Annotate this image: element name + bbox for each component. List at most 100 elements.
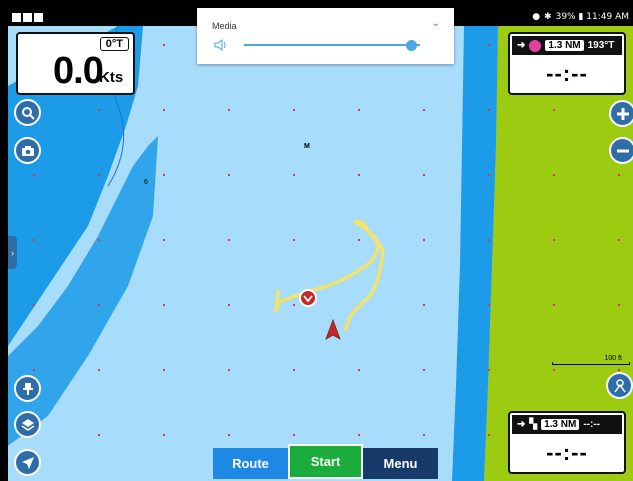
grid-dot: [488, 239, 490, 241]
profile-button[interactable]: [606, 372, 633, 399]
grid-dot: [423, 174, 425, 176]
grid-dot: [488, 304, 490, 306]
notification-icon: [23, 12, 32, 22]
speaker-icon[interactable]: [214, 38, 228, 56]
media-panel: Media ⌄: [197, 8, 454, 64]
depth-label: 6: [144, 179, 148, 186]
grid-dot: [98, 369, 100, 371]
grid-dot: [293, 434, 295, 436]
grid-dot: [553, 304, 555, 306]
grid-dot: [293, 109, 295, 111]
scale-bar: 100 ft: [552, 355, 630, 365]
camera-button[interactable]: [14, 137, 41, 164]
waypoint-bearing: --:--: [583, 419, 600, 430]
grid-dot: [358, 174, 360, 176]
grid-dot: [228, 174, 230, 176]
grid-dot: [423, 109, 425, 111]
waypoint-panel-bottom[interactable]: ➜ ▚ 1.3 NM --:-- --:--: [508, 411, 626, 474]
pushpin-icon: [22, 382, 33, 395]
route-tab[interactable]: Route: [213, 448, 288, 479]
waypoint-distance: 1.3 NM: [541, 419, 580, 430]
start-tab[interactable]: Start: [288, 444, 363, 479]
menu-tab[interactable]: Menu: [363, 448, 438, 479]
waypoint-panel-top[interactable]: ➜ 1.3 NM 193°T --:--: [508, 32, 626, 95]
grid-dot: [163, 239, 165, 241]
waypoint-distance: 1.3 NM: [545, 40, 584, 51]
grid-dot: [228, 434, 230, 436]
compass-icon: [529, 39, 542, 52]
grid-dot: [163, 44, 165, 46]
location-icon: ●: [532, 12, 541, 22]
grid-dot: [553, 174, 555, 176]
camera-icon: [21, 145, 34, 156]
grid-dot: [293, 304, 295, 306]
person-icon: [613, 378, 626, 392]
scale-line: [552, 362, 630, 365]
grid-dot: [423, 369, 425, 371]
speed-value: 0.0: [53, 50, 104, 92]
media-title: Media: [212, 21, 237, 31]
grid-dot: [228, 369, 230, 371]
waypoint-top-header: ➜ 1.3 NM 193°T: [512, 36, 622, 55]
grid-dot: [98, 304, 100, 306]
grid-dot: [618, 174, 620, 176]
navigate-button[interactable]: [14, 449, 41, 476]
grid-dot: [293, 239, 295, 241]
layers-icon: [21, 418, 34, 431]
grid-dot: [618, 239, 620, 241]
minus-icon: [616, 149, 629, 152]
zoom-in-button[interactable]: [609, 100, 633, 127]
waypoint-time: --:--: [546, 440, 588, 465]
finish-flag-icon: ▚: [529, 419, 538, 430]
grid-dot: [488, 44, 490, 46]
grid-dot: [423, 434, 425, 436]
side-drawer-handle[interactable]: ›: [8, 236, 17, 269]
grid-dot: [358, 239, 360, 241]
grid-dot: [358, 369, 360, 371]
grid-dot: [33, 174, 35, 176]
speed-display: 0°T 0.0 Kts: [16, 32, 135, 95]
grid-dot: [488, 174, 490, 176]
grid-dot: [293, 174, 295, 176]
vessel-track: [274, 219, 385, 331]
grid-dot: [293, 369, 295, 371]
speed-unit: Kts: [99, 69, 124, 86]
pin-button[interactable]: [14, 375, 41, 402]
grid-dot: [33, 304, 35, 306]
waypoint-bottom-header: ➜ ▚ 1.3 NM --:--: [512, 415, 622, 434]
grid-dot: [163, 109, 165, 111]
grid-dot: [163, 174, 165, 176]
grid-dot: [488, 434, 490, 436]
grid-dot: [618, 369, 620, 371]
grid-dot: [163, 369, 165, 371]
chevron-down-icon[interactable]: ⌄: [432, 18, 440, 29]
status-right: ● ✱ 39% ▮ 11:49 AM: [532, 12, 629, 22]
grid-dot: [98, 434, 100, 436]
volume-slider[interactable]: [244, 44, 420, 46]
heading-badge: 0°T: [99, 37, 129, 51]
layers-button[interactable]: [14, 411, 41, 438]
bluetooth-icon: ✱: [544, 12, 552, 22]
notification-icons: [12, 12, 43, 22]
grid-dot: [163, 304, 165, 306]
grid-dot: [358, 109, 360, 111]
navigation-arrow-icon: [21, 456, 34, 469]
waypoint-time: --:--: [546, 61, 588, 86]
volume-slider-thumb[interactable]: [406, 40, 418, 51]
vessel-arrow-icon: [325, 318, 341, 340]
plus-icon: [616, 107, 629, 120]
grid-dot: [423, 304, 425, 306]
scale-label: 100 ft: [604, 355, 622, 362]
zoom-out-button[interactable]: [609, 137, 633, 164]
grid-dot: [553, 109, 555, 111]
grid-dot: [98, 109, 100, 111]
arrow-right-icon: ➜: [517, 40, 526, 51]
grid-dot: [33, 239, 35, 241]
marker-icon: [299, 289, 317, 307]
grid-dot: [163, 434, 165, 436]
notification-icon: [34, 12, 43, 22]
grid-dot: [98, 239, 100, 241]
search-icon: [21, 106, 35, 120]
search-button[interactable]: [14, 99, 41, 126]
grid-dot: [423, 239, 425, 241]
